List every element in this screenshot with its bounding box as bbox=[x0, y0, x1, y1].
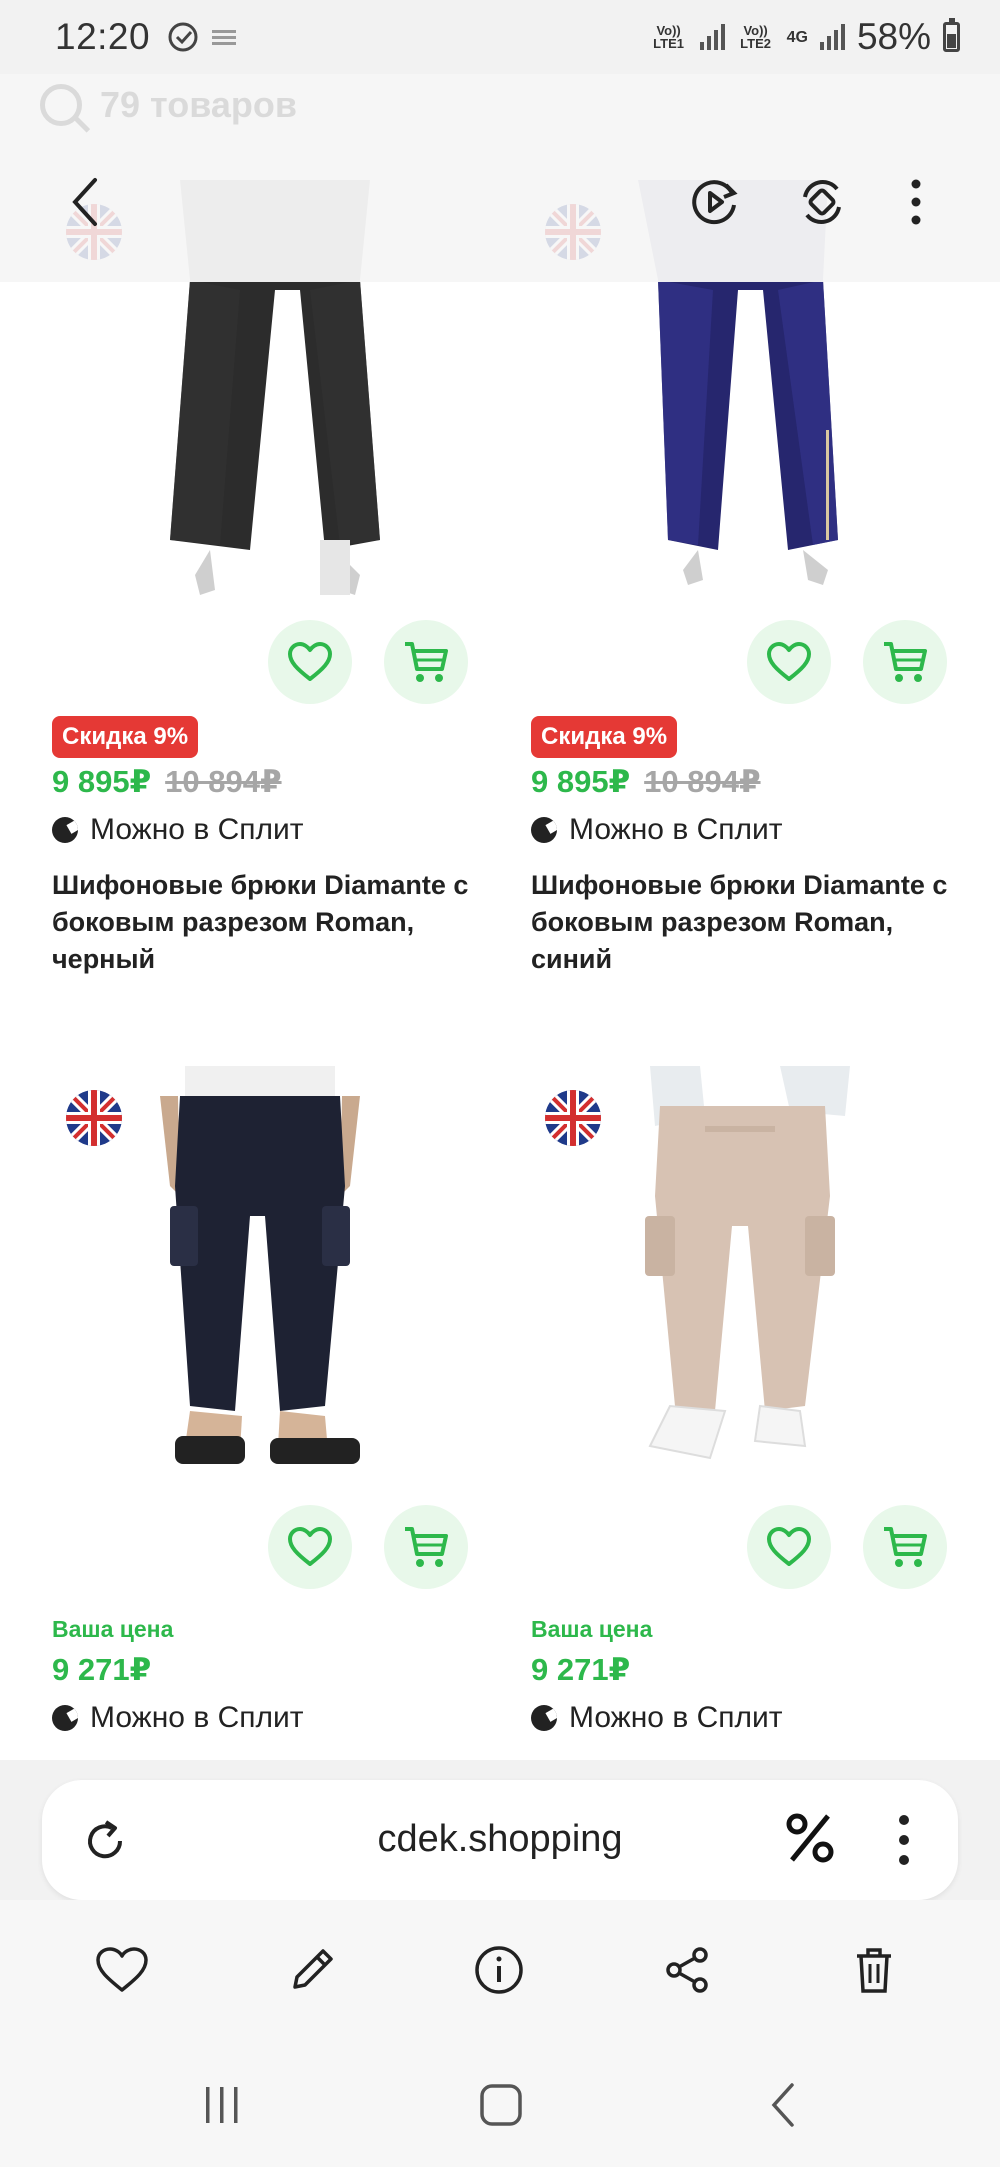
favorite-button[interactable] bbox=[747, 620, 831, 704]
system-navbar bbox=[0, 2040, 1000, 2167]
motion-photo-button[interactable] bbox=[685, 172, 745, 232]
heart-icon bbox=[767, 642, 811, 681]
sim2-label: Vo)) LTE2 bbox=[740, 23, 771, 51]
battery-icon bbox=[943, 18, 960, 52]
info-icon bbox=[475, 1946, 523, 1994]
split-option: Можно в Сплит bbox=[52, 1701, 304, 1735]
favorite-button[interactable] bbox=[747, 1505, 831, 1589]
uk-flag-icon bbox=[545, 1090, 601, 1146]
split-label: Можно в Сплит bbox=[90, 1701, 304, 1734]
cart-icon bbox=[405, 642, 448, 682]
recent-apps-button[interactable] bbox=[187, 2070, 257, 2140]
split-icon bbox=[52, 817, 78, 843]
more-options-button[interactable] bbox=[886, 172, 946, 232]
product-image[interactable] bbox=[150, 1066, 390, 1480]
split-label: Можно в Сплит bbox=[569, 1701, 783, 1734]
info-button[interactable] bbox=[467, 1938, 531, 2002]
favorite-button[interactable] bbox=[268, 1505, 352, 1589]
split-option: Можно в Сплит bbox=[52, 813, 304, 847]
pencil-icon bbox=[293, 1949, 333, 1989]
uk-flag-icon bbox=[66, 1090, 122, 1146]
url-bar[interactable]: cdek.shopping bbox=[42, 1780, 958, 1900]
search-placeholder: 79 товаров bbox=[100, 84, 297, 125]
cart-icon bbox=[884, 642, 927, 682]
search-bar[interactable]: 79 товаров bbox=[40, 84, 297, 126]
add-to-cart-button[interactable] bbox=[863, 1505, 947, 1589]
rotate-icon bbox=[803, 180, 841, 224]
rotate-button[interactable] bbox=[792, 172, 852, 232]
replay-icon bbox=[692, 180, 738, 225]
delete-button[interactable] bbox=[842, 1938, 906, 2002]
split-icon bbox=[531, 817, 557, 843]
heart-icon bbox=[288, 642, 332, 681]
your-price-label: Ваша цена bbox=[52, 1616, 174, 1642]
signal-icon bbox=[819, 24, 845, 50]
cart-icon bbox=[884, 1527, 927, 1567]
split-option: Можно в Сплит bbox=[531, 813, 783, 847]
heart-icon bbox=[96, 1947, 148, 1992]
battery-percent: 58% bbox=[856, 16, 931, 57]
sim1-label: Vo)) LTE1 bbox=[653, 23, 684, 51]
back-button[interactable] bbox=[55, 172, 115, 232]
add-to-cart-button[interactable] bbox=[384, 1505, 468, 1589]
status-bar: 12:20 Vo)) LTE1 Vo)) LTE2 4G 58% bbox=[0, 0, 1000, 74]
discount-badge: Скидка 9% bbox=[531, 716, 678, 758]
edit-button[interactable] bbox=[280, 1938, 344, 2002]
split-label: Можно в Сплит bbox=[90, 813, 304, 846]
price: 9 895₽ bbox=[531, 764, 631, 799]
discount-badge: Скидка 9% bbox=[52, 716, 199, 758]
search-icon bbox=[40, 84, 82, 126]
viewer-toolbar bbox=[0, 150, 1000, 250]
network-type: 4G bbox=[786, 28, 808, 46]
signal-icon bbox=[699, 24, 725, 50]
chevron-left-icon bbox=[771, 2083, 794, 2127]
price: 9 895₽ bbox=[52, 764, 152, 799]
split-icon bbox=[52, 1705, 78, 1731]
percent-icon bbox=[786, 1813, 834, 1863]
more-vertical-icon bbox=[899, 1815, 909, 1865]
chevron-left-icon bbox=[72, 178, 97, 226]
status-time: 12:20 bbox=[55, 16, 151, 57]
back-nav-button[interactable] bbox=[748, 2070, 818, 2140]
more-vertical-icon bbox=[911, 179, 921, 225]
discount-button[interactable] bbox=[782, 1810, 838, 1866]
product-title[interactable]: Шифоновые брюки Diamante с боковым разре… bbox=[531, 867, 971, 978]
favorite-action-button[interactable] bbox=[90, 1938, 154, 2002]
your-price-label: Ваша цена bbox=[531, 1616, 653, 1642]
old-price: 10 894₽ bbox=[165, 764, 282, 799]
favorite-button[interactable] bbox=[268, 620, 352, 704]
add-to-cart-button[interactable] bbox=[384, 620, 468, 704]
product-image[interactable] bbox=[630, 1066, 870, 1480]
share-button[interactable] bbox=[655, 1938, 719, 2002]
browser-more-button[interactable] bbox=[894, 1810, 914, 1870]
price: 9 271₽ bbox=[531, 1652, 631, 1687]
bottom-actions bbox=[0, 1900, 1000, 2040]
split-option: Можно в Сплит bbox=[531, 1701, 783, 1735]
product-title[interactable]: Шифоновые брюки Diamante с боковым разре… bbox=[52, 867, 492, 978]
split-label: Можно в Сплит bbox=[569, 813, 783, 846]
heart-icon bbox=[288, 1527, 332, 1566]
check-circle-icon bbox=[168, 22, 198, 52]
price: 9 271₽ bbox=[52, 1652, 152, 1687]
share-icon bbox=[666, 1947, 708, 1993]
trash-icon bbox=[857, 1948, 891, 1993]
add-to-cart-button[interactable] bbox=[863, 620, 947, 704]
cart-icon bbox=[405, 1527, 448, 1567]
old-price: 10 894₽ bbox=[644, 764, 761, 799]
heart-icon bbox=[767, 1527, 811, 1566]
notification-lines-icon bbox=[212, 30, 237, 45]
home-icon bbox=[480, 2084, 522, 2126]
home-button[interactable] bbox=[466, 2070, 536, 2140]
split-icon bbox=[531, 1705, 557, 1731]
recent-apps-icon bbox=[206, 2087, 238, 2123]
